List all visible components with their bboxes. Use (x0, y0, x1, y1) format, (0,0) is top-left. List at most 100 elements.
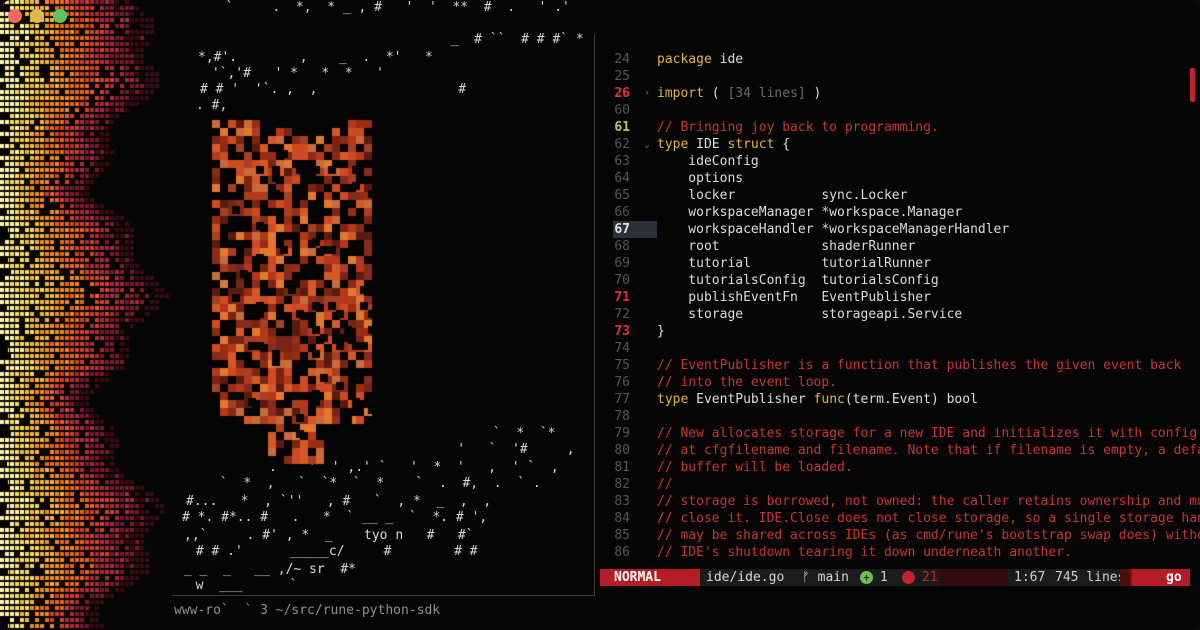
code-line[interactable]: 78 (600, 408, 1200, 425)
code-token: // may be shared across IDEs (as cmd/run… (657, 528, 1200, 543)
code-text: type EventPublisher func(term.Event) boo… (657, 391, 978, 408)
mode-indicator: NORMAL (600, 569, 700, 586)
code-editor[interactable]: 24 package ide 25 26 › import ( [34 lines] ) 6… (600, 34, 1200, 604)
line-number: 77 (614, 392, 630, 407)
code-line[interactable]: 75 // EventPublisher is a function that p… (600, 357, 1200, 374)
line-number: 72 (614, 307, 630, 322)
code-line[interactable]: 26 › import ( [34 lines] ) (600, 85, 1200, 102)
pane-divider-horizontal[interactable] (172, 595, 595, 596)
minimize-window-button[interactable] (30, 9, 44, 23)
code-token: struct (727, 137, 775, 152)
editor-scrollbar[interactable] (1190, 68, 1195, 102)
code-text: publishEventFn EventPublisher (657, 289, 931, 306)
code-token: storage storageapi.Service (657, 307, 963, 322)
left-terminal-pane[interactable]: ` . *, * _ , # ' ' ** # . ' .' _ # `` # … (172, 0, 594, 596)
code-line[interactable]: 69 tutorial tutorialRunner (600, 255, 1200, 272)
git-added-icon: + (860, 571, 873, 584)
code-line[interactable]: 74 (600, 340, 1200, 357)
code-text: import ( [34 lines] ) (657, 85, 821, 102)
code-line[interactable]: 76 // into the event loop. (600, 374, 1200, 391)
code-line[interactable]: 63 ideConfig (600, 153, 1200, 170)
code-line[interactable]: 66 workspaceManager *workspace.Manager (600, 204, 1200, 221)
code-line[interactable]: 25 (600, 68, 1200, 85)
code-line[interactable]: 73} (600, 323, 1200, 340)
code-text: root shaderRunner (657, 238, 915, 255)
line-number: 65 (614, 188, 630, 203)
close-window-button[interactable] (8, 9, 22, 23)
code-line[interactable]: 60 (600, 102, 1200, 119)
code-line[interactable]: 67 workspaceHandler *workspaceManagerHan… (600, 221, 1200, 238)
code-line[interactable]: 80 // at cfgfilename and filename. Note t… (600, 442, 1200, 459)
code-line[interactable]: 77 type EventPublisher func(term.Event) b… (600, 391, 1200, 408)
code-line[interactable]: 65 locker sync.Locker (600, 187, 1200, 204)
line-number: 61 (614, 120, 630, 135)
line-number: 76 (614, 375, 630, 390)
code-text: // Bringing joy back to programming. (657, 119, 939, 136)
code-text: options (657, 170, 743, 187)
line-number: 84 (614, 511, 630, 526)
code-text: storage storageapi.Service (657, 306, 962, 323)
fold-indicator-icon[interactable]: ⌄ (644, 136, 650, 153)
code-line[interactable]: 24 package ide (600, 51, 1200, 68)
code-text: tutorialsConfig tutorialsConfig (657, 272, 938, 289)
fold-indicator-icon[interactable]: › (644, 85, 650, 102)
pane-divider-vertical[interactable] (594, 34, 595, 596)
code-token: // buffer will be loaded. (657, 460, 853, 475)
code-text: package ide (657, 51, 743, 68)
shell-prompt[interactable]: www-ro` ` 3 ~/src/rune-python-sdk (174, 603, 440, 618)
error-icon (902, 571, 915, 584)
code-line[interactable]: 86 // IDE's shutdown tearing it down unde… (600, 544, 1200, 561)
fire-animation (0, 0, 200, 630)
line-number: 67 (614, 222, 630, 237)
code-line[interactable]: 85 // may be shared across IDEs (as cmd/r… (600, 527, 1200, 544)
code-line[interactable]: 79 // New allocates storage for a new IDE… (600, 425, 1200, 442)
code-line[interactable]: 61 // Bringing joy back to programming. (600, 119, 1200, 136)
code-line[interactable]: 71 publishEventFn EventPublisher (600, 289, 1200, 306)
line-number: 80 (614, 443, 630, 458)
code-text: // close it. IDE.Close does not close st… (657, 510, 1200, 527)
code-line[interactable]: 84 // close it. IDE.Close does not close … (600, 510, 1200, 527)
code-token: type (657, 392, 689, 407)
line-number: 86 (614, 545, 630, 560)
code-line[interactable]: 82 // (600, 476, 1200, 493)
file-name[interactable]: ide/ide.go (706, 569, 784, 586)
line-number: 66 (614, 205, 630, 220)
code-token: root shaderRunner (657, 239, 916, 254)
code-line[interactable]: 81 // buffer will be loaded. (600, 459, 1200, 476)
code-text: workspaceHandler *workspaceManagerHandle… (657, 221, 1009, 238)
code-token: { (774, 137, 791, 152)
code-token: IDE (688, 137, 728, 152)
code-text: // storage is borrowed, not owned: the c… (657, 493, 1200, 510)
code-token: // at cfgfilename and filename. Note tha… (657, 443, 1200, 458)
line-number: 24 (614, 52, 630, 67)
code-text: // IDE's shutdown tearing it down undern… (657, 544, 1072, 561)
code-token: options (657, 171, 744, 186)
line-number: 63 (614, 154, 630, 169)
code-line[interactable]: 68 root shaderRunner (600, 238, 1200, 255)
code-token: // New allocates storage for a new IDE a… (657, 426, 1198, 441)
code-token: type (657, 137, 689, 152)
status-separator (1120, 569, 1130, 586)
line-number: 70 (614, 273, 630, 288)
git-branch: ᚠ main (802, 570, 849, 585)
code-text: // EventPublisher is a function that pub… (657, 357, 1181, 374)
code-line[interactable]: 62 ⌄ type IDE struct { (600, 136, 1200, 153)
line-number: 26 (614, 86, 630, 101)
code-line[interactable]: 64 options (600, 170, 1200, 187)
line-number: 62 (614, 137, 630, 152)
code-text: // into the event loop. (657, 374, 837, 391)
code-line[interactable]: 70 tutorialsConfig tutorialsConfig (600, 272, 1200, 289)
code-text: tutorial tutorialRunner (657, 255, 931, 272)
code-token: workspaceManager *workspace.Manager (657, 205, 963, 220)
code-token: func (813, 392, 845, 407)
code-line[interactable]: 72 storage storageapi.Service (600, 306, 1200, 323)
code-token: locker sync.Locker (657, 188, 908, 203)
code-text: type IDE struct { (657, 136, 790, 153)
code-line[interactable]: 83 // storage is borrowed, not owned: the… (600, 493, 1200, 510)
code-text: } (657, 323, 665, 340)
maximize-window-button[interactable] (53, 9, 67, 23)
code-token: ide (711, 52, 744, 67)
cursor-position: 1:67 (1014, 570, 1046, 585)
code-token: ideConfig (657, 154, 759, 169)
code-token: // close it. IDE.Close does not close st… (657, 511, 1200, 526)
